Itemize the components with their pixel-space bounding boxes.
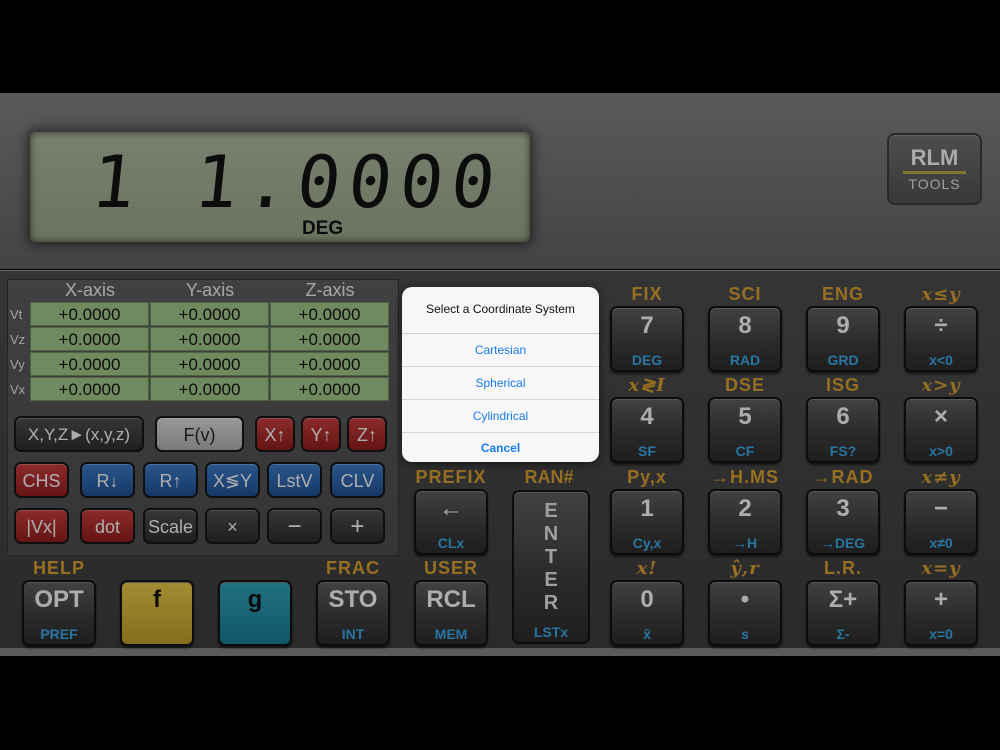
- option-cartesian[interactable]: Cartesian: [402, 334, 599, 367]
- cancel-button[interactable]: Cancel: [402, 433, 599, 462]
- coordinate-system-dialog: Select a Coordinate System Cartesian Sph…: [402, 287, 599, 462]
- dialog-title: Select a Coordinate System: [402, 287, 599, 334]
- option-cylindrical[interactable]: Cylindrical: [402, 400, 599, 433]
- option-spherical[interactable]: Spherical: [402, 367, 599, 400]
